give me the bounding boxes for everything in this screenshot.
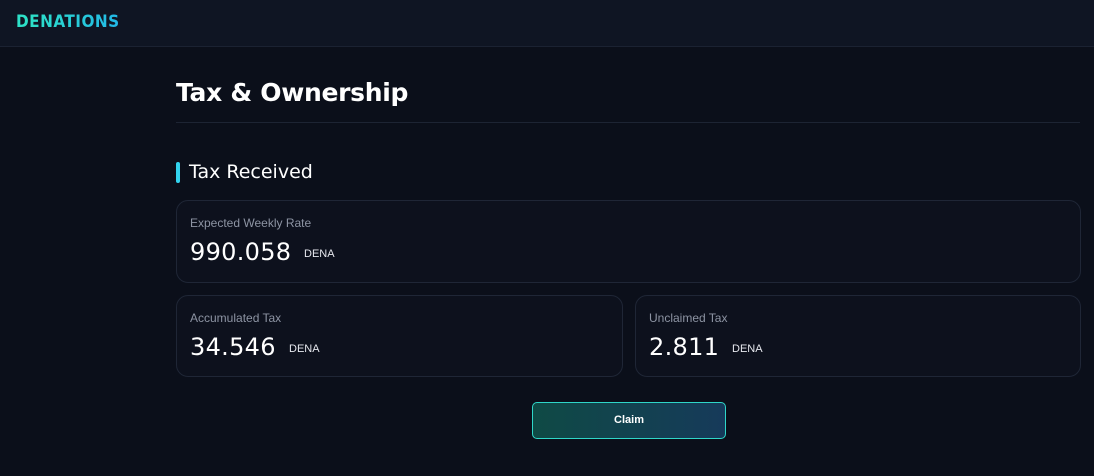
expected-weekly-rate-label: Expected Weekly Rate bbox=[190, 216, 312, 230]
unclaimed-tax-unit: DENA bbox=[732, 343, 763, 355]
accumulated-tax-unit: DENA bbox=[289, 343, 320, 355]
logo-rest-text: ENATIONS bbox=[29, 12, 120, 32]
section-title: Tax Received bbox=[189, 161, 313, 183]
top-navigation-bar: DENATIONS bbox=[0, 0, 1094, 47]
accumulated-tax-card: Accumulated Tax 34.546 DENA bbox=[176, 295, 623, 377]
unclaimed-tax-label: Unclaimed Tax bbox=[649, 311, 728, 325]
accumulated-tax-label: Accumulated Tax bbox=[190, 311, 282, 325]
claim-button[interactable]: Claim bbox=[532, 402, 726, 439]
logo-first-letter: D bbox=[16, 12, 30, 32]
unclaimed-tax-card: Unclaimed Tax 2.811 DENA bbox=[635, 295, 1081, 377]
expected-weekly-rate-card: Expected Weekly Rate 990.058 DENA bbox=[176, 200, 1081, 283]
section-accent-bar bbox=[176, 162, 180, 183]
expected-weekly-rate-value: 990.058 bbox=[190, 238, 292, 266]
denations-logo[interactable]: DENATIONS bbox=[16, 12, 120, 32]
expected-weekly-rate-unit: DENA bbox=[304, 248, 335, 260]
title-divider bbox=[176, 122, 1080, 123]
page-title: Tax & Ownership bbox=[176, 78, 409, 107]
unclaimed-tax-value: 2.811 bbox=[649, 333, 720, 361]
accumulated-tax-value: 34.546 bbox=[190, 333, 276, 361]
